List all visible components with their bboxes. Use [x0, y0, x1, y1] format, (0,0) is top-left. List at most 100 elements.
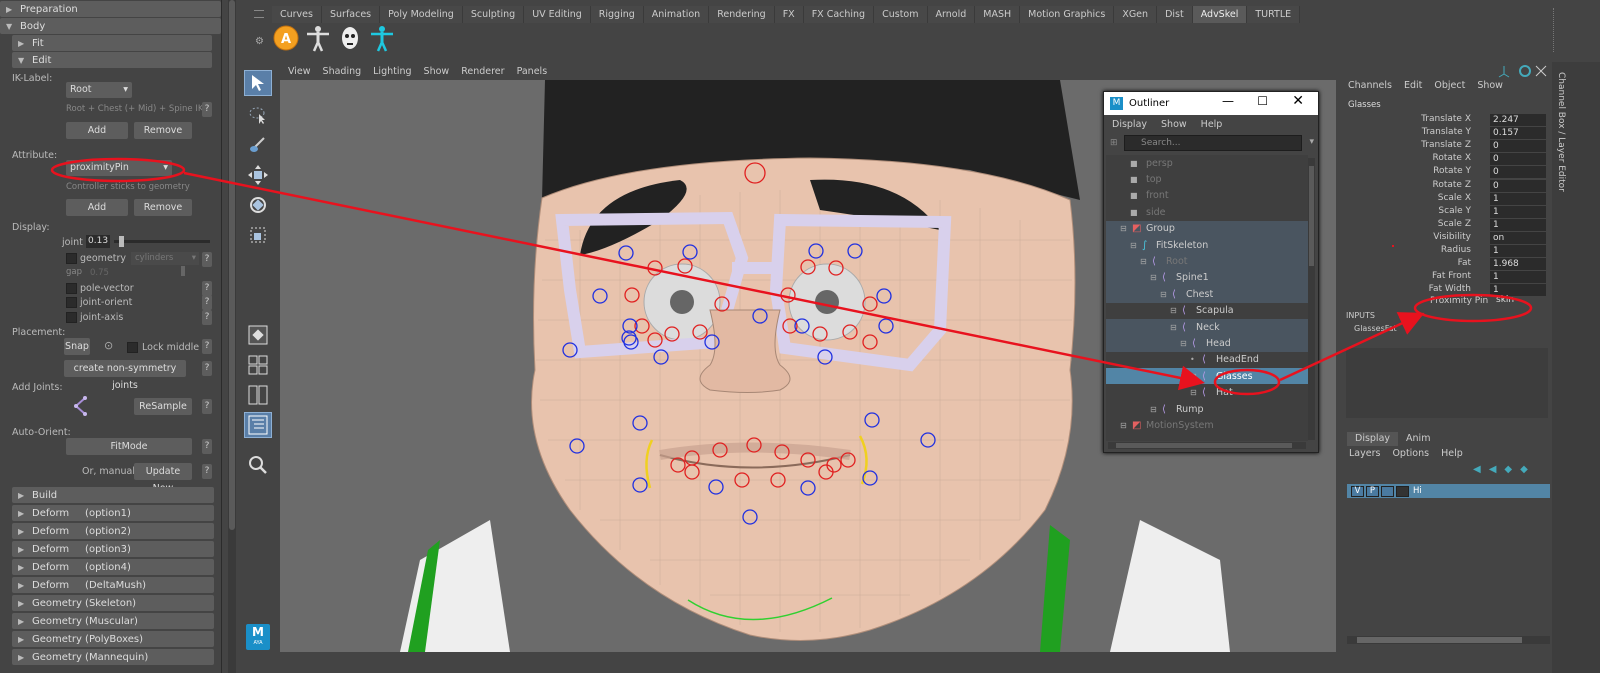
channel-value[interactable]: 1 — [1490, 245, 1546, 257]
select-tool-icon[interactable] — [244, 70, 272, 96]
body-figure-cyan-icon[interactable] — [368, 24, 396, 52]
layer-row[interactable]: V P Hi — [1347, 484, 1550, 498]
outliner-item[interactable]: ⊟ ⟨ Head — [1106, 335, 1308, 352]
attribute-dropdown[interactable]: proximityPin ▾ — [66, 160, 172, 176]
channel-value[interactable]: 0 — [1490, 179, 1546, 192]
joint-orient-checkbox[interactable] — [66, 297, 77, 308]
help-button[interactable]: ? — [202, 252, 212, 267]
outliner-titlebar[interactable]: M Outliner — ☐ ✕ — [1104, 92, 1318, 115]
proximity-pin-value[interactable]: skin — [1496, 295, 1514, 305]
shelf-tab-surfaces[interactable]: Surfaces — [321, 6, 381, 23]
outliner-vscrollbar[interactable] — [1308, 158, 1315, 440]
viewport-menu-shading[interactable]: Shading — [323, 66, 362, 77]
help-button[interactable]: ? — [202, 281, 212, 296]
channel-row[interactable]: Scale Y 1 — [1340, 205, 1546, 219]
layer-visibility-toggle[interactable]: V — [1351, 485, 1364, 497]
insert-joint-icon[interactable] — [70, 395, 92, 417]
shelf-tab-arnold[interactable]: Arnold — [927, 6, 976, 23]
channel-box-menu-edit[interactable]: Edit — [1404, 80, 1422, 91]
help-button[interactable]: ? — [202, 399, 212, 414]
outliner-item[interactable]: ■ side — [1106, 204, 1308, 220]
expand-toggle-icon[interactable]: ⊟ — [1120, 421, 1127, 430]
channel-box-menu-object[interactable]: Object — [1434, 80, 1465, 91]
outliner-item[interactable]: ■ persp — [1106, 155, 1308, 171]
help-button[interactable]: ? — [202, 339, 212, 354]
section-header-collapsed[interactable]: ▶ Geometry (Skeleton) — [12, 595, 214, 611]
channel-row[interactable]: Rotate X 0 — [1340, 153, 1546, 166]
channel-value[interactable]: 0 — [1490, 153, 1546, 166]
shelf-tab-poly-modeling[interactable]: Poly Modeling — [380, 6, 463, 23]
section-header-edit[interactable]: ▼ Edit — [12, 52, 212, 68]
attribute-remove-button[interactable]: Remove — [134, 199, 192, 216]
section-header-collapsed[interactable]: ▶ Geometry (PolyBoxes) — [12, 631, 214, 647]
joint-size-slider[interactable] — [114, 236, 210, 247]
outliner-item[interactable]: ⊟ ⟨ Hat — [1106, 384, 1308, 400]
face-mask-icon[interactable] — [336, 24, 364, 52]
outliner-layout-icon[interactable] — [244, 412, 272, 438]
create-non-symmetry-joints-button[interactable]: create non-symmetry joints — [64, 360, 186, 391]
shelf-tab-turtle[interactable]: TURTLE — [1247, 6, 1301, 23]
shelf-tab-mash[interactable]: MASH — [975, 6, 1021, 23]
outliner-item[interactable]: • ⟨ HeadEnd — [1106, 352, 1308, 368]
section-header-collapsed[interactable]: ▶ Deform (option2) — [12, 523, 214, 539]
channel-box-menu-show[interactable]: Show — [1477, 80, 1503, 91]
help-button[interactable]: ? — [202, 464, 212, 479]
layer-menu-options[interactable]: Options — [1392, 448, 1429, 459]
advskel-a-icon[interactable]: A — [272, 24, 300, 52]
outliner-menu-help[interactable]: Help — [1201, 119, 1223, 130]
move-layer-down-icon[interactable]: ◀ — [1489, 464, 1497, 475]
expand-toggle-icon[interactable]: ⊟ — [1140, 257, 1147, 266]
viewport-menu-view[interactable]: View — [288, 66, 311, 77]
channel-value[interactable]: 0.157 — [1490, 127, 1546, 140]
expand-toggle-icon[interactable]: ⊟ — [1190, 388, 1197, 397]
outliner-item[interactable]: ⊟ ⟨ Neck — [1106, 318, 1308, 336]
channel-value[interactable]: 1 — [1490, 271, 1546, 284]
attribute-add-button[interactable]: Add — [66, 199, 128, 216]
move-tool-icon[interactable] — [244, 162, 272, 188]
section-header-collapsed[interactable]: ▶ Deform (DeltaMush) — [12, 577, 214, 593]
close-icon[interactable]: ✕ — [1292, 93, 1304, 109]
channel-row[interactable]: Translate Z 0 — [1340, 140, 1546, 153]
layer-tab-display[interactable]: Display — [1347, 432, 1399, 446]
shelf-tab-rendering[interactable]: Rendering — [709, 6, 775, 23]
channel-row[interactable]: Rotate Y 0 — [1340, 166, 1546, 179]
channel-row[interactable]: Visibility on — [1340, 231, 1546, 245]
channel-row[interactable]: Translate X 2.247 — [1340, 114, 1546, 127]
help-button[interactable]: ? — [202, 102, 212, 117]
resample-button[interactable]: ReSample — [134, 398, 192, 415]
scrollbar-thumb[interactable] — [1309, 166, 1314, 266]
shelf-menu-icon[interactable] — [254, 10, 264, 18]
shelf-tab-advskel[interactable]: AdvSkel — [1192, 6, 1248, 23]
ik-add-button[interactable]: Add — [66, 122, 128, 139]
fitmode-button[interactable]: FitMode — [66, 438, 192, 455]
lasso-tool-icon[interactable] — [244, 102, 272, 128]
outliner-item[interactable]: ⊟ ∫ FitSkeleton — [1106, 236, 1308, 254]
section-header-collapsed[interactable]: ▶ Deform (option3) — [12, 541, 214, 557]
section-header-fit[interactable]: ▶ Fit — [12, 35, 212, 51]
left-panel-scrollbar[interactable] — [228, 0, 236, 673]
geometry-checkbox[interactable] — [66, 253, 77, 264]
outliner-menu-display[interactable]: Display — [1112, 119, 1147, 130]
side-by-side-layout-icon[interactable] — [244, 382, 272, 408]
new-layer-selected-icon[interactable]: ◆ — [1520, 464, 1528, 475]
gap-slider-handle[interactable] — [181, 266, 185, 276]
outliner-item[interactable]: ⊟ ⟨ Chest — [1106, 286, 1308, 303]
body-figure-icon[interactable] — [304, 24, 332, 52]
expand-toggle-icon[interactable]: • — [1190, 355, 1195, 364]
outliner-item[interactable]: ⊟ ⟨ Root — [1106, 253, 1308, 270]
channel-value[interactable]: 1 — [1490, 205, 1546, 218]
geometry-type-dropdown[interactable]: cylinders ▾ — [131, 252, 199, 265]
layer-tab-anim[interactable]: Anim — [1398, 432, 1439, 446]
filter-icon[interactable]: ⊞ — [1110, 138, 1118, 148]
expand-toggle-icon[interactable]: ⊟ — [1180, 339, 1187, 348]
section-header-collapsed[interactable]: ▶ Geometry (Mannequin) — [12, 649, 214, 665]
viewport-menu-lighting[interactable]: Lighting — [373, 66, 411, 77]
expand-toggle-icon[interactable]: ⊟ — [1190, 372, 1197, 381]
outliner-hscrollbar[interactable] — [1108, 442, 1306, 449]
layer-menu-help[interactable]: Help — [1441, 448, 1463, 459]
channel-value[interactable]: on — [1490, 231, 1546, 244]
rotate-tool-icon[interactable] — [244, 192, 272, 218]
gear-icon[interactable]: ⚙ — [255, 36, 264, 47]
outliner-menu-show[interactable]: Show — [1161, 119, 1187, 130]
layer-playback-toggle[interactable]: P — [1366, 485, 1379, 497]
